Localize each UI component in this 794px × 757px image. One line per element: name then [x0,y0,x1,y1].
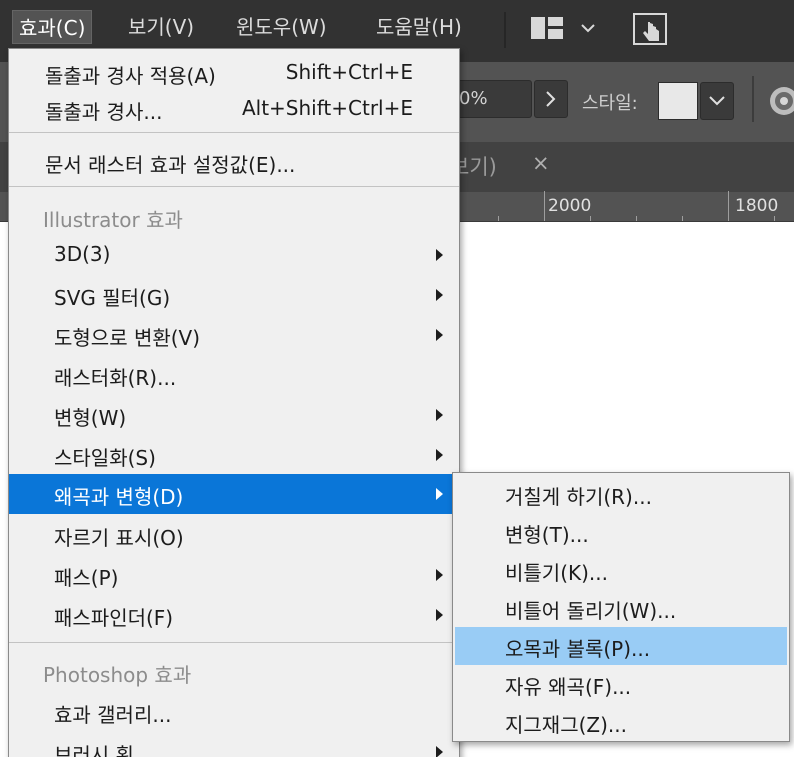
opacity-arrow-button[interactable] [534,80,568,118]
submenu-item-label: 지그재그(Z)... [505,713,627,737]
submenu-arrow-icon [436,488,443,500]
submenu-arrow-icon [436,449,443,461]
hand-touch-icon[interactable] [632,12,670,48]
submenu-arrow-icon [436,746,443,757]
ruler-tick [636,216,637,221]
menu-item-3d[interactable]: 3D(3) [9,235,459,275]
style-dropdown-button[interactable] [700,82,734,120]
submenu-item-label: 변형(T)... [505,523,589,547]
submenu-item-twist[interactable]: 비틀어 돌리기(W)... [455,589,787,627]
menu-item-stylize[interactable]: 스타일화(S) [9,435,459,475]
submenu-item-label: 오목과 볼록(P)... [505,637,651,661]
menu-item-label: 스타일화(S) [54,446,156,470]
menu-item-path[interactable]: 패스(P) [9,555,459,595]
workspace-layout-icon[interactable] [530,16,564,42]
menu-item-label: 돌출과 경사... [45,100,163,124]
tab-close-icon[interactable]: × [532,151,550,175]
recolor-wheel-icon[interactable] [766,82,794,120]
submenu-item-roughen[interactable]: 거칠게 하기(R)... [455,475,787,513]
menu-item-label: 변형(W) [54,406,127,430]
effect-dropdown-menu: 돌출과 경사 적용(A) Shift+Ctrl+E 돌출과 경사... Alt+… [8,48,460,757]
menu-item-effect-gallery[interactable]: 효과 갤러리... [9,692,459,732]
ruler-tick [590,216,591,221]
submenu-item-label: 비틀기(K)... [505,561,608,585]
menu-item-convert-to-shape[interactable]: 도형으로 변환(V) [9,315,459,355]
menu-item-svg-filter[interactable]: SVG 필터(G) [9,275,459,315]
menu-item-label: 문서 래스터 효과 설정값(E)... [45,153,296,177]
menu-item-label: 왜곡과 변형(D) [54,485,184,509]
chevron-down-icon[interactable] [580,22,596,34]
menu-item-rasterize[interactable]: 래스터화(R)... [9,355,459,395]
submenu-item-label: 자유 왜곡(F)... [505,675,632,699]
menu-view[interactable]: 보기(V) [122,10,200,44]
menu-item-brush-strokes[interactable]: 브러시 획 [9,732,459,757]
menu-item-apply-last-effect[interactable]: 돌출과 경사 적용(A) Shift+Ctrl+E [9,53,459,93]
menubar-divider [504,12,506,48]
menu-item-last-effect[interactable]: 돌출과 경사... Alt+Shift+Ctrl+E [9,89,459,129]
submenu-arrow-icon [436,289,443,301]
opacity-field[interactable]: 0% [452,80,532,118]
menu-item-label: 패스파인더(F) [54,606,174,630]
section-header-label: Photoshop 효과 [43,663,192,687]
submenu-item-free-distort[interactable]: 자유 왜곡(F)... [455,665,787,703]
controlbar-divider [752,76,754,122]
menu-section-header-illustrator: Illustrator 효과 [9,197,459,237]
style-label: 스타일: [582,93,638,114]
menu-item-label: 자르기 표시(O) [54,526,184,550]
menu-separator [9,186,459,187]
menu-item-transform[interactable]: 변형(W) [9,395,459,435]
submenu-item-transform[interactable]: 변형(T)... [455,513,787,551]
submenu-arrow-icon [436,329,443,341]
ruler-tick [682,216,683,221]
menu-item-shortcut: Alt+Shift+Ctrl+E [241,96,413,120]
menu-item-raster-effect-settings[interactable]: 문서 래스터 효과 설정값(E)... [9,142,459,182]
submenu-arrow-icon [436,249,443,261]
menu-item-label: 돌출과 경사 적용(A) [45,64,216,88]
menu-item-crop-marks[interactable]: 자르기 표시(O) [9,515,459,555]
submenu-arrow-icon [436,609,443,621]
menu-item-distort-and-transform[interactable]: 왜곡과 변형(D) [9,474,459,514]
menu-separator [9,642,459,643]
section-header-label: Illustrator 효과 [43,208,183,232]
opacity-value: 0% [459,88,488,109]
menu-item-label: 3D(3) [54,242,111,266]
menu-item-label: 도형으로 변환(V) [54,326,201,350]
submenu-item-pucker-and-bloat[interactable]: 오목과 볼록(P)... [455,627,787,665]
menu-section-header-photoshop: Photoshop 효과 [9,652,459,692]
ruler-tick [728,191,729,221]
submenu-item-label: 비틀어 돌리기(W)... [505,599,677,623]
ruler-label-1800: 1800 [735,196,779,216]
menu-item-pathfinder[interactable]: 패스파인더(F) [9,595,459,635]
style-swatch[interactable] [658,82,698,120]
opacity-arrow-icon [546,91,556,107]
menu-separator [9,132,459,133]
menu-item-label: 래스터화(R)... [54,366,177,390]
menu-window[interactable]: 윈도우(W) [230,10,333,44]
ruler-tick [544,191,545,221]
ruler-tick [498,216,499,221]
distort-transform-submenu: 거칠게 하기(R)... 변형(T)... 비틀기(K)... 비틀어 돌리기(… [452,472,790,742]
menu-item-label: SVG 필터(G) [54,286,171,310]
menu-help[interactable]: 도움말(H) [370,10,468,44]
menu-item-label: 효과 갤러리... [54,703,172,727]
menu-effect[interactable]: 효과(C) [12,10,93,44]
menu-item-label: 브러시 획 [54,743,134,757]
menu-item-shortcut: Shift+Ctrl+E [285,60,413,84]
menu-item-label: 패스(P) [54,566,119,590]
submenu-item-tweak[interactable]: 비틀기(K)... [455,551,787,589]
submenu-arrow-icon [436,409,443,421]
ruler-tick [774,216,775,221]
submenu-item-label: 거칠게 하기(R)... [505,485,652,509]
submenu-item-zig-zag[interactable]: 지그재그(Z)... [455,703,787,741]
submenu-arrow-icon [436,569,443,581]
chevron-down-icon [709,96,725,106]
ruler-label-2000: 2000 [548,196,592,216]
